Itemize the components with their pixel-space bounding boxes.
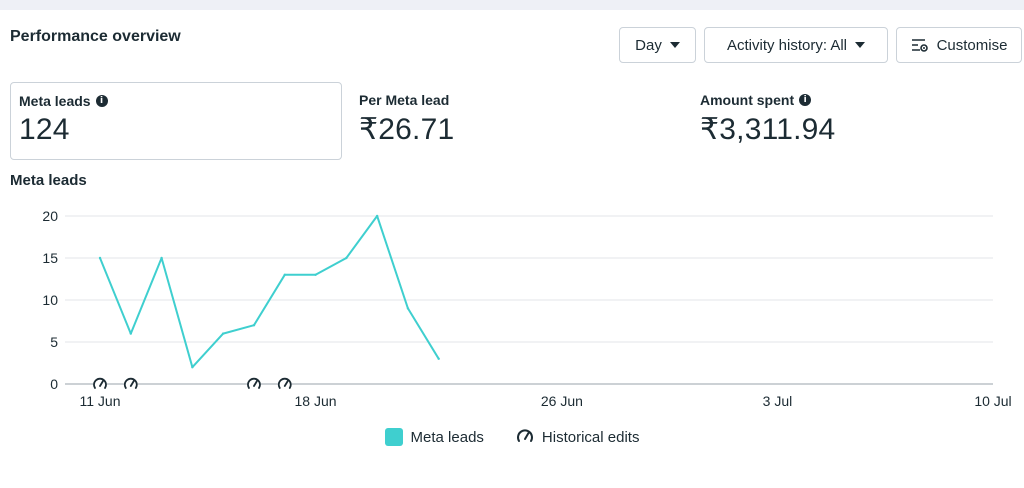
historical-edit-icon (246, 377, 261, 391)
data-point (252, 324, 256, 327)
x-tick-label: 18 Jun (295, 393, 337, 409)
historical-edit-icon (93, 377, 107, 391)
x-tick-label: 26 Jun (541, 393, 583, 409)
x-tick-label: 10 Jul (974, 393, 1011, 409)
series-line (99, 215, 440, 369)
historical-edit-icon (277, 377, 292, 391)
x-tick-label: 3 Jul (763, 393, 793, 409)
legend-meta-leads[interactable]: Meta leads (384, 428, 484, 446)
y-tick-label: 5 (50, 334, 58, 350)
legend-swatch (384, 428, 403, 446)
line-chart: 0 5 10 15 20 11 Jun 18 Jun 26 Jun 3 Jul 10 Jul (42, 208, 1011, 409)
y-tick-label: 20 (42, 208, 58, 224)
data-point (221, 332, 225, 335)
historical-edit-icon (516, 429, 533, 442)
data-point (283, 273, 286, 276)
data-point (314, 273, 317, 276)
data-point (191, 366, 194, 369)
chart-legend: Meta leads Historical edits (0, 428, 1024, 446)
data-point (160, 256, 163, 260)
data-point (375, 214, 379, 218)
data-point (437, 357, 440, 360)
data-point (345, 256, 348, 260)
data-point (129, 332, 132, 335)
y-tick-label: 10 (42, 292, 58, 308)
legend-label: Historical edits (541, 428, 640, 446)
historical-edit-icon (123, 377, 138, 391)
legend-historical-edits[interactable]: Historical edits (516, 428, 640, 446)
data-point (406, 307, 410, 310)
y-tick-label: 0 (50, 376, 58, 392)
y-tick-label: 15 (42, 250, 58, 266)
x-tick-label: 11 Jun (80, 393, 121, 409)
legend-label: Meta leads (410, 428, 484, 446)
data-point (98, 256, 102, 260)
